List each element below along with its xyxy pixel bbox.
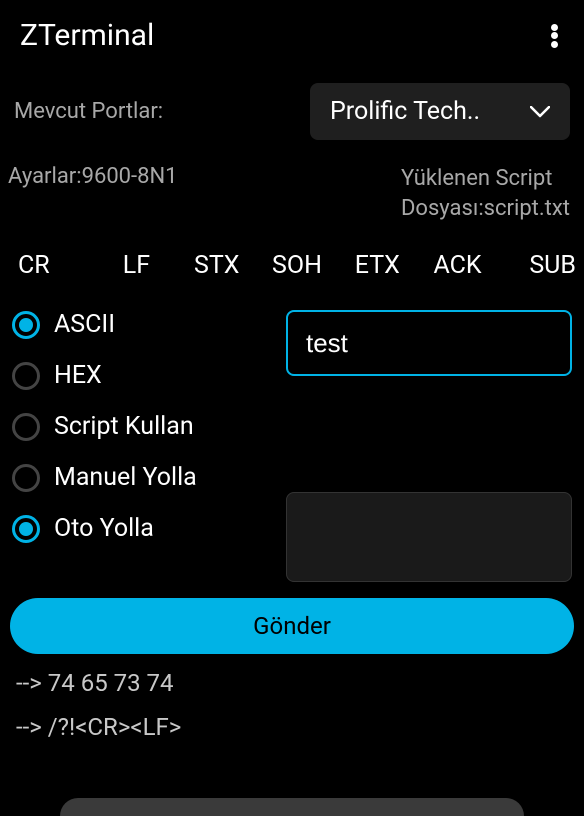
- radio-hex[interactable]: HEX: [12, 361, 274, 390]
- radio-ascii[interactable]: ASCII: [12, 310, 274, 339]
- radio-auto[interactable]: Oto Yolla: [12, 514, 274, 543]
- radio-label: ASCII: [54, 310, 115, 339]
- ctrl-etx[interactable]: ETX: [339, 251, 415, 280]
- ctrl-soh[interactable]: SOH: [259, 251, 335, 280]
- radio-label: Manuel Yolla: [54, 463, 197, 492]
- ports-label: Mevcut Portlar:: [14, 99, 163, 124]
- log-line: --> /?!<CR><LF>: [16, 706, 568, 749]
- settings-summary: Ayarlar:9600-8N1: [8, 164, 178, 189]
- ctrl-stx[interactable]: STX: [179, 251, 255, 280]
- script-file-info: Yüklenen Script Dosyası:script.txt: [401, 164, 570, 223]
- chevron-down-icon: [530, 106, 550, 118]
- send-input[interactable]: [286, 310, 572, 376]
- radio-label: HEX: [54, 361, 102, 390]
- radio-manual[interactable]: Manuel Yolla: [12, 463, 274, 492]
- radio-label: Script Kullan: [54, 412, 194, 441]
- overflow-menu-icon[interactable]: [550, 22, 558, 50]
- ctrl-ack[interactable]: ACK: [419, 251, 495, 280]
- log-output: --> 74 65 73 74 --> /?!<CR><LF>: [0, 654, 584, 748]
- app-title: ZTerminal: [20, 18, 154, 53]
- ctrl-cr[interactable]: CR: [18, 251, 94, 280]
- port-dropdown[interactable]: Prolific Tech..: [310, 83, 570, 140]
- radio-icon: [12, 362, 40, 390]
- radio-script[interactable]: Script Kullan: [12, 412, 274, 441]
- bottom-sheet-handle[interactable]: [60, 798, 524, 816]
- radio-icon: [12, 515, 40, 543]
- send-button[interactable]: Gönder: [10, 598, 574, 654]
- control-char-row: CR LF STX SOH ETX ACK SUB: [0, 223, 584, 280]
- radio-icon: [12, 413, 40, 441]
- radio-label: Oto Yolla: [54, 514, 154, 543]
- secondary-input[interactable]: [286, 492, 572, 582]
- port-dropdown-value: Prolific Tech..: [330, 97, 480, 126]
- ctrl-lf[interactable]: LF: [98, 251, 174, 280]
- ctrl-sub[interactable]: SUB: [500, 251, 576, 280]
- radio-icon: [12, 464, 40, 492]
- radio-icon: [12, 311, 40, 339]
- log-line: --> 74 65 73 74: [16, 662, 568, 705]
